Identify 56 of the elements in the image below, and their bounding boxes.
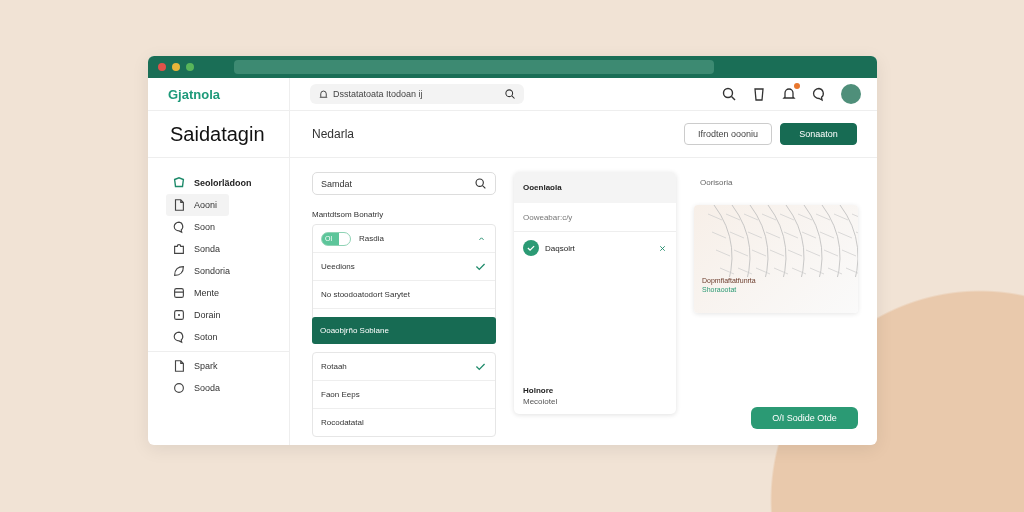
sidebar-item[interactable]: Spark xyxy=(166,355,229,377)
chat-icon xyxy=(172,330,186,344)
preview-label: Oorisoria xyxy=(700,178,734,187)
primary-button[interactable]: Sonaaton xyxy=(780,123,857,145)
close-icon[interactable] xyxy=(658,243,667,253)
option-row[interactable]: Rotaah xyxy=(313,353,495,381)
option-label: Ueedions xyxy=(321,262,355,271)
option-label: No stoodoatodort Sarytet xyxy=(321,290,410,299)
option-row[interactable]: No stoodoatodort Sarytet xyxy=(313,281,495,309)
sidebar-item[interactable]: Mente xyxy=(166,282,229,304)
chat-icon xyxy=(172,220,186,234)
page-title: Nedarla xyxy=(312,127,355,141)
section-label: Mantdtsom Bonatrly xyxy=(312,210,385,219)
document-icon xyxy=(172,359,186,373)
selected-entry[interactable]: Daqsolrt xyxy=(514,232,676,264)
secondary-button[interactable]: Ifrodten oooniu xyxy=(684,123,772,145)
search-field[interactable]: Samdat xyxy=(312,172,496,195)
bell-icon xyxy=(318,88,329,100)
app-logo: Gjatnola xyxy=(168,86,220,102)
option-label: Rotaah xyxy=(321,362,347,371)
circle-icon xyxy=(172,381,186,395)
option-label: Rocodatatal xyxy=(321,418,364,427)
option-row[interactable]: Faon Eeps xyxy=(313,381,495,409)
box-icon xyxy=(172,286,186,300)
card-title: Ooenlaola xyxy=(523,183,562,192)
search-icon[interactable] xyxy=(721,86,737,102)
footer-title: Holnore xyxy=(523,386,555,395)
search-icon[interactable] xyxy=(504,88,516,100)
sidebar-item[interactable]: Sooda xyxy=(166,377,229,399)
search-icon[interactable] xyxy=(474,177,487,190)
action-button[interactable]: O/I Sodide Otde xyxy=(751,407,858,429)
puzzle-icon xyxy=(172,242,186,256)
leaf-icon xyxy=(172,264,186,278)
shield-icon xyxy=(172,176,186,190)
sidebar-item[interactable]: Soon xyxy=(166,216,229,238)
sidebar-item[interactable]: Soton xyxy=(166,326,229,348)
option-label: Rasdia xyxy=(359,234,384,243)
bell-icon[interactable] xyxy=(781,86,797,102)
sidebar-item[interactable]: Dorain xyxy=(166,304,229,326)
user-avatar[interactable] xyxy=(841,84,861,104)
square-icon xyxy=(172,308,186,322)
sidebar-item[interactable]: Sondoria xyxy=(166,260,229,282)
search-field[interactable]: Dsstatatoata Itodoan ij xyxy=(310,84,524,104)
card-subtitle: Ooweabar:c/y xyxy=(514,203,676,232)
sidebar-item[interactable]: Aooni xyxy=(166,194,229,216)
footer-text: Mecoiotel xyxy=(523,397,559,406)
sidebar-item[interactable]: Sonda xyxy=(166,238,229,260)
option-label: Faon Eeps xyxy=(321,390,360,399)
option-row[interactable]: Rocodatatal xyxy=(313,409,495,436)
document-icon xyxy=(172,198,186,212)
highlighted-option[interactable]: Ooaobjrño Soblane xyxy=(312,317,496,344)
option-row[interactable]: Ueedions xyxy=(313,253,495,281)
app-title: Saidatagin xyxy=(170,122,265,146)
sidebar-heading: Seolorlädoon xyxy=(194,178,252,188)
chat-icon[interactable] xyxy=(811,86,827,102)
cup-icon[interactable] xyxy=(751,86,767,102)
